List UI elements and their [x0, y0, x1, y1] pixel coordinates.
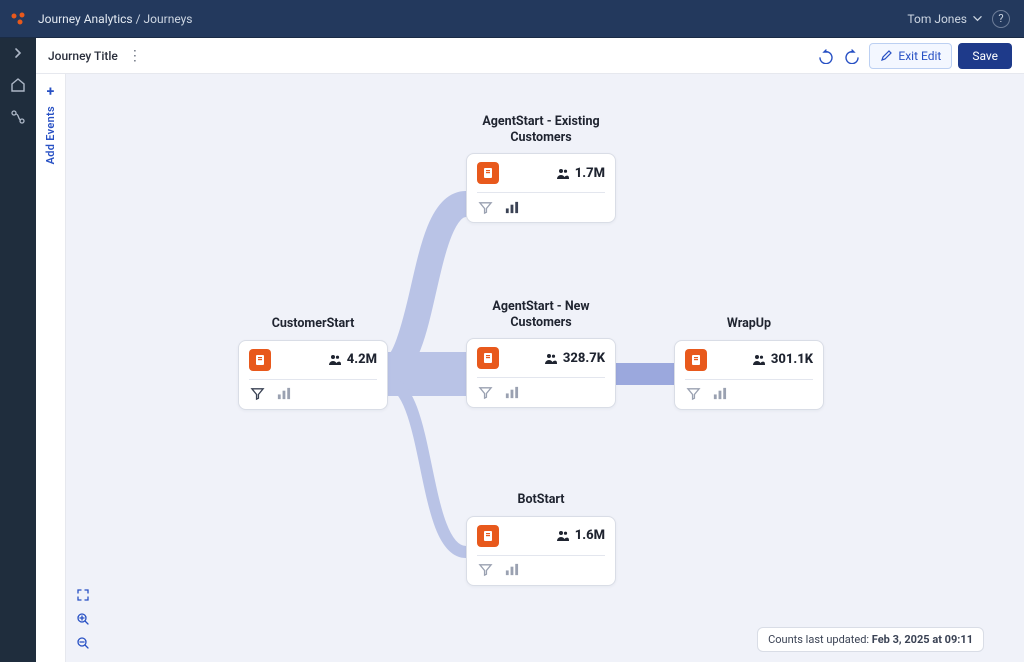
filter-icon[interactable] [685, 386, 701, 402]
node-metric: 301.1K [752, 352, 813, 367]
pencil-icon [880, 50, 892, 62]
event-type-badge [249, 349, 271, 371]
node-metric: 328.7K [544, 351, 605, 366]
event-icon [482, 352, 494, 364]
node-title: CustomerStart [238, 316, 388, 332]
node-title: BotStart [466, 492, 616, 508]
filter-icon[interactable] [477, 384, 493, 400]
people-icon [752, 353, 765, 366]
exit-edit-label: Exit Edit [898, 49, 941, 63]
filter-icon[interactable] [477, 199, 493, 215]
chart-icon[interactable] [503, 199, 519, 215]
counts-updated-badge: Counts last updated: Feb 3, 2025 at 09:1… [757, 627, 984, 652]
filter-icon[interactable] [249, 386, 265, 402]
plus-icon: + [47, 84, 55, 100]
node-value: 4.2M [347, 352, 377, 367]
nav-home[interactable] [9, 76, 27, 94]
node-card: 328.7K [466, 338, 616, 408]
event-icon [482, 530, 494, 542]
event-type-badge [477, 525, 499, 547]
chevron-down-icon [973, 14, 982, 23]
node-title: AgentStart - New Customers [466, 299, 616, 330]
help-button[interactable]: ? [992, 10, 1010, 28]
node-card: 4.2M [238, 340, 388, 410]
zoom-controls [74, 586, 92, 652]
people-icon [556, 529, 569, 542]
journey-canvas[interactable]: CustomerStart 4.2M AgentStart - Existing… [66, 74, 1024, 662]
left-nav [0, 38, 36, 662]
node-value: 328.7K [563, 351, 605, 366]
add-events-label: Add Events [44, 106, 57, 164]
event-type-badge [477, 347, 499, 369]
breadcrumb-product[interactable]: Journey Analytics [38, 12, 133, 26]
event-icon [690, 354, 702, 366]
people-icon [328, 353, 341, 366]
undo-button[interactable] [813, 43, 839, 69]
node-customer-start[interactable]: CustomerStart 4.2M [238, 316, 388, 410]
genesys-logo [10, 10, 28, 28]
add-events-rail[interactable]: + Add Events [36, 74, 66, 662]
zoom-out-button[interactable] [74, 634, 92, 652]
people-icon [544, 352, 557, 365]
journey-title[interactable]: Journey Title [48, 49, 118, 63]
node-title: AgentStart - Existing Customers [466, 114, 616, 145]
chart-icon[interactable] [275, 386, 291, 402]
node-metric: 4.2M [328, 352, 377, 367]
app-header: Journey Analytics / Journeys Tom Jones ? [0, 0, 1024, 38]
breadcrumb: Journey Analytics / Journeys [38, 12, 192, 26]
event-icon [482, 167, 494, 179]
redo-button[interactable] [839, 43, 865, 69]
user-menu[interactable]: Tom Jones [907, 12, 982, 26]
node-agent-existing[interactable]: AgentStart - Existing Customers 1.7M [466, 114, 616, 223]
node-card: 1.7M [466, 153, 616, 223]
fit-to-screen-button[interactable] [74, 586, 92, 604]
event-type-badge [477, 162, 499, 184]
node-metric: 1.7M [556, 166, 605, 181]
people-icon [556, 167, 569, 180]
save-label: Save [972, 49, 998, 63]
status-prefix: Counts last updated: [768, 633, 869, 646]
status-timestamp: Feb 3, 2025 at 09:11 [872, 633, 973, 646]
exit-edit-button[interactable]: Exit Edit [869, 43, 952, 69]
journey-more-menu[interactable]: ⋮ [128, 48, 142, 64]
save-button[interactable]: Save [958, 43, 1012, 69]
node-value: 1.7M [575, 166, 605, 181]
node-metric: 1.6M [556, 528, 605, 543]
node-wrapup[interactable]: WrapUp 301.1K [674, 316, 824, 410]
user-name: Tom Jones [907, 12, 967, 26]
breadcrumb-separator: / [136, 12, 144, 26]
event-icon [254, 354, 266, 366]
breadcrumb-page[interactable]: Journeys [144, 12, 193, 26]
node-bot-start[interactable]: BotStart 1.6M [466, 492, 616, 586]
zoom-in-button[interactable] [74, 610, 92, 628]
node-value: 1.6M [575, 528, 605, 543]
nav-journeys[interactable] [9, 108, 27, 126]
event-type-badge [685, 349, 707, 371]
node-agent-new[interactable]: AgentStart - New Customers 328.7K [466, 299, 616, 408]
filter-icon[interactable] [477, 562, 493, 578]
node-title: WrapUp [674, 316, 824, 332]
chart-icon[interactable] [711, 386, 727, 402]
nav-collapse-toggle[interactable] [9, 44, 27, 62]
node-card: 301.1K [674, 340, 824, 410]
node-value: 301.1K [771, 352, 813, 367]
chart-icon[interactable] [503, 384, 519, 400]
node-card: 1.6M [466, 516, 616, 586]
chart-icon[interactable] [503, 562, 519, 578]
journey-toolbar: Journey Title ⋮ Exit Edit Save [36, 38, 1024, 74]
